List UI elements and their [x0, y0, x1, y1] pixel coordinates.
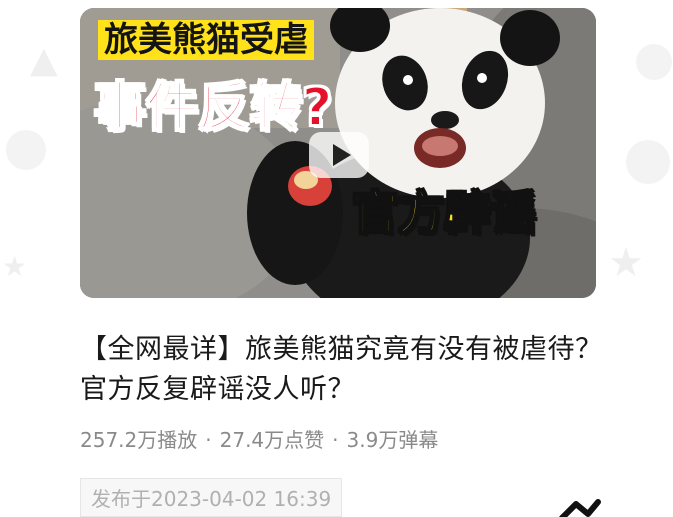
stats-separator: ·	[205, 428, 212, 452]
like-count: 27.4万点赞	[219, 428, 325, 452]
thumbnail-caption-top: 旅美熊猫受虐	[98, 20, 314, 60]
danmaku-count: 3.9万弹幕	[346, 428, 439, 452]
publish-date: 发布于2023-04-02 16:39	[80, 478, 343, 517]
watermark-logo-icon	[6, 130, 46, 170]
watermark-logo-icon	[626, 140, 670, 184]
watermark-star-icon: ★	[2, 250, 28, 283]
watermark-star-icon: ★	[608, 240, 644, 286]
thumbnail-caption-middle: 事件反转?	[93, 78, 333, 138]
video-title[interactable]: 【全网最详】旅美熊猫究竟有没有被虐待？官方反复辟谣没人听？	[80, 330, 610, 410]
video-stats: 257.2万播放 · 27.4万点赞 · 3.9万弹幕	[80, 424, 438, 453]
play-icon	[333, 144, 351, 166]
watermark-logo-icon	[636, 44, 672, 80]
video-thumbnail[interactable]: 旅美熊猫受虐 事件反转? 官方辟谣	[80, 8, 596, 298]
watermark-thumb-icon: ▲	[30, 40, 58, 81]
video-detail-page: ★ ▲ ★ 旅美熊猫受虐 事件反转? 官方辟谣 【全网最详】旅美熊猫究竟有没有被…	[0, 0, 673, 517]
close-icon[interactable]	[556, 498, 602, 517]
play-button[interactable]	[309, 132, 369, 178]
thumbnail-caption-bottom: 官方辟谣	[351, 186, 537, 240]
play-count: 257.2万播放	[80, 428, 198, 452]
stats-separator: ·	[332, 428, 339, 452]
